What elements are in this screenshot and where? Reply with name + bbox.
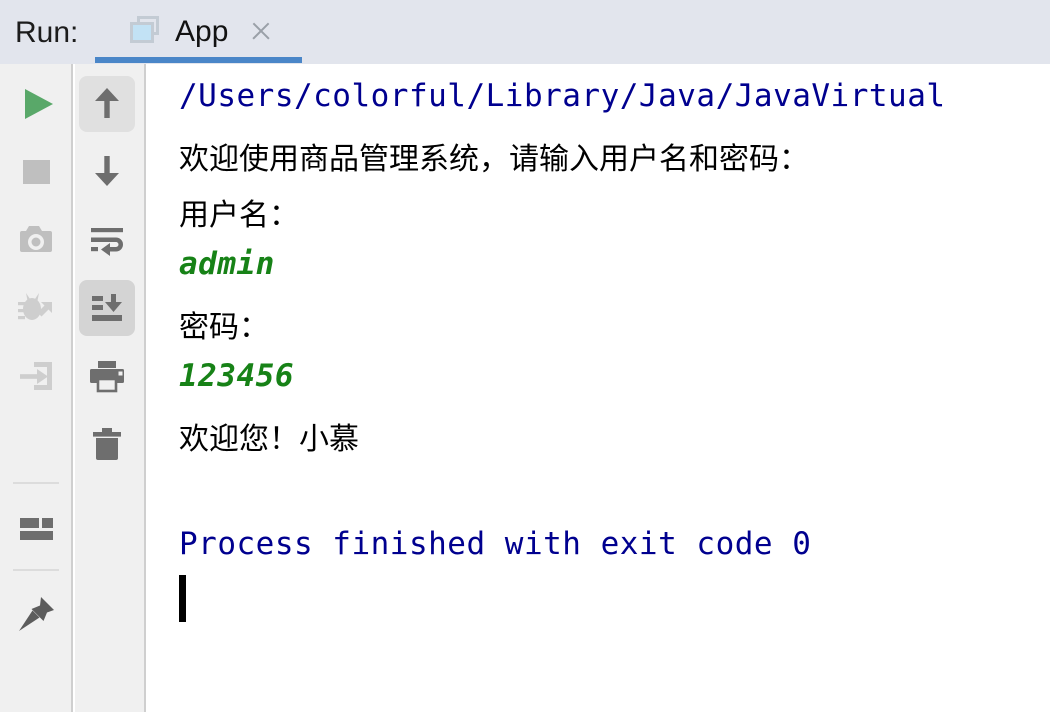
tab-app-label: App [175,15,229,48]
rerun-failed-button[interactable] [8,280,64,336]
clear-all-button[interactable] [79,416,135,472]
layout-icon [20,518,53,540]
stop-button[interactable] [8,144,64,200]
pin-tab-button[interactable] [8,586,64,642]
layout-settings-button[interactable] [8,500,64,556]
bug-rerun-icon [18,293,52,320]
print-button[interactable] [79,348,135,404]
attach-profiler-button[interactable] [8,348,64,404]
up-occurrence-button[interactable] [79,76,135,132]
arrow-down-icon [95,156,119,186]
console-line: 密码： [179,310,269,345]
pin-icon [19,597,54,631]
toolbar-separator [13,482,59,484]
camera-icon [20,226,52,252]
trash-icon [93,428,121,460]
soft-wrap-icon [91,228,123,256]
console-line: /Users/colorful/Library/Java/JavaVirtual [179,78,946,114]
soft-wrap-button[interactable] [79,212,135,268]
attach-arrow-icon [20,362,52,390]
scroll-to-end-icon [92,294,122,321]
down-occurrence-button[interactable] [79,144,135,200]
run-label: Run: [15,16,79,49]
console-line: 123456 [179,358,294,394]
run-tool-window-toolbar [0,64,73,712]
tab-app[interactable]: App [95,0,305,64]
printer-icon [90,361,124,393]
toolbar-separator [13,569,59,571]
scroll-to-end-button[interactable] [79,280,135,336]
console-line: 欢迎您！小慕 [179,422,359,457]
run-tool-window: Run: App /Users/colorful/Library/Java/Ja… [0,0,1050,712]
console-line: admin [179,246,275,282]
run-console-output[interactable]: /Users/colorful/Library/Java/JavaVirtual… [148,64,1050,712]
console-line: 欢迎使用商品管理系统，请输入用户名和密码： [179,142,809,177]
text-caret [179,575,186,622]
arrow-up-icon [95,88,119,118]
play-icon [25,89,53,119]
console-actions-toolbar [75,64,146,712]
console-line: Process finished with exit code 0 [179,526,812,562]
tab-active-underline [95,57,302,63]
stop-icon [23,160,50,184]
screenshot-button[interactable] [8,212,64,268]
rerun-button[interactable] [8,76,64,132]
console-line: 用户名： [179,198,299,233]
run-tool-window-header: Run: App [0,0,1050,64]
close-icon[interactable] [250,20,272,42]
run-configuration-icon [130,16,161,44]
